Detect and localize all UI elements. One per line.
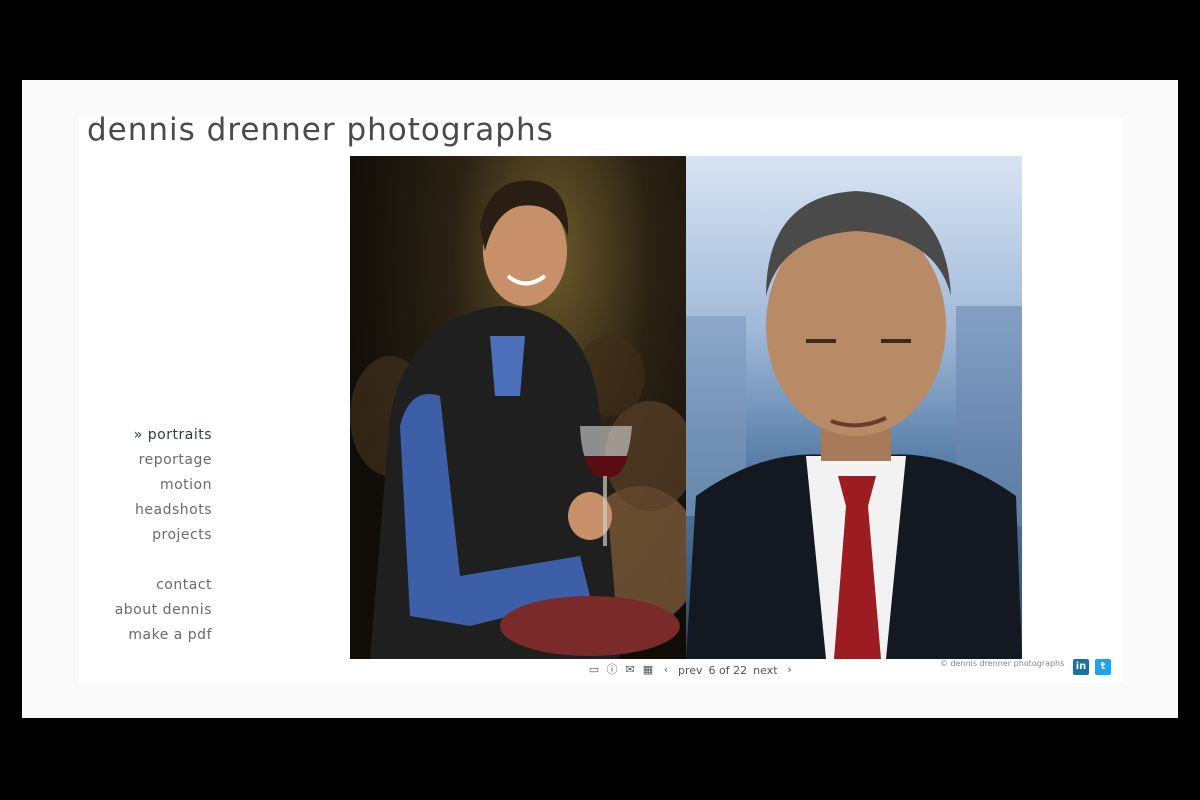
prev-link[interactable]: prev: [678, 664, 703, 677]
nav-item-headshots[interactable]: headshots: [115, 498, 212, 523]
next-link[interactable]: next: [753, 664, 777, 677]
main-nav: » portraits reportage motion headshots p…: [115, 423, 212, 648]
grid-view-icon[interactable]: ▦: [642, 664, 654, 676]
info-icon[interactable]: ⓘ: [606, 664, 618, 676]
copyright-text: © dennis drenner photographs: [940, 659, 1065, 668]
nav-item-motion[interactable]: motion: [115, 473, 212, 498]
nav-item-reportage[interactable]: reportage: [115, 448, 212, 473]
chevron-right-icon[interactable]: ›: [784, 664, 796, 676]
photo-portrait-winemaker[interactable]: [350, 156, 686, 659]
image-counter: 6 of 22: [708, 663, 748, 677]
photo-portrait-executive[interactable]: [686, 156, 1022, 659]
executive-image: [686, 191, 1022, 659]
single-view-icon[interactable]: ▭: [588, 664, 600, 676]
linkedin-icon[interactable]: in: [1073, 659, 1089, 675]
nav-item-projects[interactable]: projects: [115, 523, 212, 548]
twitter-icon[interactable]: t: [1095, 659, 1111, 675]
nav-item-make-pdf[interactable]: make a pdf: [115, 623, 212, 648]
chevron-left-icon[interactable]: ‹: [660, 664, 672, 676]
gallery-controls: ▭ ⓘ ✉ ▦ ‹ prev 6 of 22 next ›: [588, 663, 796, 677]
site-title[interactable]: dennis drenner photographs: [87, 112, 554, 148]
email-icon[interactable]: ✉: [624, 664, 636, 676]
nav-item-about[interactable]: about dennis: [115, 598, 212, 623]
winemaker-image: [350, 180, 686, 659]
nav-item-contact[interactable]: contact: [115, 573, 212, 598]
nav-item-portraits[interactable]: » portraits: [115, 423, 212, 448]
